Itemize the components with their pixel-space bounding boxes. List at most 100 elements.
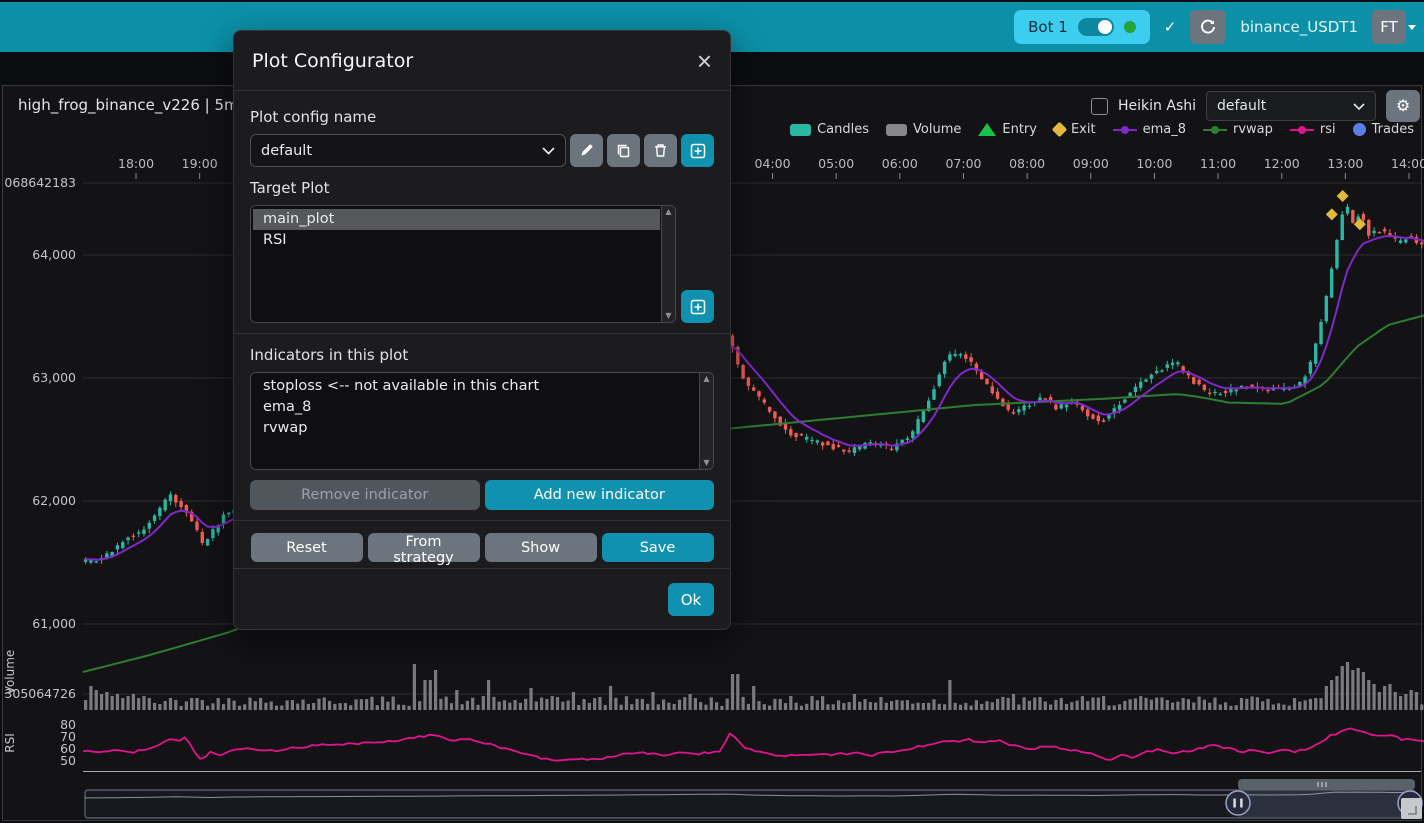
scroll-down-icon[interactable]: ▼ [665,312,671,320]
svg-text:07:00: 07:00 [945,156,981,171]
rvwap-swatch-icon [1203,124,1227,136]
bot-selector[interactable]: Bot 1 [1014,10,1150,44]
config-name-select[interactable]: default [250,134,566,167]
indicator-item[interactable]: rvwap [253,418,713,439]
svg-text:63,000: 63,000 [32,370,76,385]
legend-label: Trades [1372,122,1414,137]
user-menu[interactable]: FT [1372,10,1416,44]
exit-swatch-icon [1052,122,1068,138]
trades-swatch-icon [1353,123,1366,136]
svg-text:Volume: Volume [3,650,17,695]
legend-item-rvwap[interactable]: rvwap [1203,122,1273,137]
legend-item-ema_8[interactable]: ema_8 [1113,122,1186,137]
volume-swatch-icon [886,124,907,136]
plot-config-select[interactable]: default [1206,91,1376,121]
check-icon: ✓ [1164,18,1177,36]
chevron-down-icon [1353,103,1365,110]
navigator-left-handle[interactable] [1226,791,1250,815]
heikin-ashi-checkbox[interactable] [1091,98,1108,115]
legend-label: ema_8 [1143,122,1186,137]
toggle-knob [1098,20,1112,34]
svg-text:068642183: 068642183 [4,175,76,190]
duplicate-config-button[interactable] [607,134,640,167]
ema_8-swatch-icon [1113,124,1137,136]
bot-status-dot [1124,21,1136,33]
svg-text:64,000: 64,000 [32,247,76,262]
legend-label: rvwap [1233,122,1273,137]
chart-legend: Candles Volume Entry Exit ema_8 rvwap rsi Trade… [790,122,1414,137]
target-plot-item[interactable]: RSI [253,230,675,251]
legend-item-trades[interactable]: Trades [1353,122,1414,137]
target-plot-label: Target Plot [250,179,714,197]
navigator[interactable] [85,790,1415,818]
resize-grip[interactable] [1401,798,1422,819]
reset-button[interactable]: Reset [251,533,363,562]
legend-label: Exit [1071,122,1096,137]
target-plot-listbox[interactable]: main_plotRSI ▲ ▼ [250,205,676,323]
legend-label: Entry [1002,122,1037,137]
svg-text:08:00: 08:00 [1009,156,1045,171]
trash-icon [653,143,668,158]
bot-toggle[interactable] [1078,18,1114,36]
add-new-indicator-button[interactable]: Add new indicator [485,480,715,510]
gear-icon: ⚙ [1396,96,1410,116]
legend-item-exit[interactable]: Exit [1054,122,1096,137]
plus-square-icon [690,143,706,159]
show-button[interactable]: Show [485,533,597,562]
refresh-button[interactable] [1190,10,1226,44]
legend-item-rsi[interactable]: rsi [1290,122,1336,137]
rsi-swatch-icon [1290,124,1314,136]
app-root: { "navbar": { "bot_label": "Bot 1", "pai… [0,0,1424,823]
horizontal-scrollbar[interactable] [1238,779,1415,790]
modal-title: Plot Configurator [252,50,413,72]
svg-text:19:00: 19:00 [182,156,218,171]
plot-configurator-modal: Plot Configurator × Plot config name def… [233,30,731,630]
svg-text:50: 50 [60,753,76,768]
save-button[interactable]: Save [602,533,714,562]
listbox-scrollbar[interactable]: ▲ ▼ [699,373,713,469]
plus-square-icon [690,299,706,315]
avatar[interactable]: FT [1372,10,1406,44]
target-plot-item[interactable]: main_plot [253,209,660,230]
legend-item-candles[interactable]: Candles [790,122,869,137]
svg-text:12:00: 12:00 [1264,156,1300,171]
chevron-down-icon [542,147,555,155]
svg-text:06:00: 06:00 [882,156,918,171]
rename-config-button[interactable] [570,134,603,167]
svg-text:62,000: 62,000 [32,493,76,508]
plot-config-select-value: default [1217,98,1266,114]
close-button[interactable]: × [697,48,712,74]
scroll-down-icon[interactable]: ▼ [703,459,709,467]
copy-icon [616,143,631,158]
add-plot-button[interactable] [681,290,714,323]
svg-text:14:00: 14:00 [1391,156,1424,171]
chart-pair-title: high_frog_binance_v226 | 5m [18,96,239,114]
scroll-up-icon[interactable]: ▲ [665,208,671,216]
config-name-value: default [261,143,312,159]
modal-body: Plot config name default Target Plot mai… [234,91,730,568]
config-name-label: Plot config name [250,108,714,126]
legend-item-entry[interactable]: Entry [978,122,1037,137]
svg-text:18:00: 18:00 [118,156,154,171]
add-config-button[interactable] [681,134,714,167]
legend-label: Candles [817,122,869,137]
chart-controls: Heikin Ashi default ⚙ [1091,90,1420,122]
svg-text:10:00: 10:00 [1136,156,1172,171]
listbox-scrollbar[interactable]: ▲ ▼ [661,206,675,322]
indicator-item[interactable]: stoploss <-- not available in this chart [253,376,713,397]
delete-config-button[interactable] [644,134,677,167]
bot-name-label: Bot 1 [1028,18,1068,36]
svg-text:04:00: 04:00 [755,156,791,171]
ok-button[interactable]: Ok [668,583,714,616]
legend-label: Volume [913,122,961,137]
remove-indicator-button[interactable]: Remove indicator [250,480,480,510]
from-strategy-button[interactable]: From strategy [368,533,480,562]
heikin-ashi-label: Heikin Ashi [1118,98,1196,114]
modal-header: Plot Configurator × [234,31,730,91]
scroll-up-icon[interactable]: ▲ [703,375,709,383]
pencil-icon [579,143,594,158]
indicator-item[interactable]: ema_8 [253,397,713,418]
plot-settings-button[interactable]: ⚙ [1386,90,1420,122]
indicators-listbox[interactable]: stoploss <-- not available in this chart… [250,372,714,470]
legend-item-volume[interactable]: Volume [886,122,961,137]
